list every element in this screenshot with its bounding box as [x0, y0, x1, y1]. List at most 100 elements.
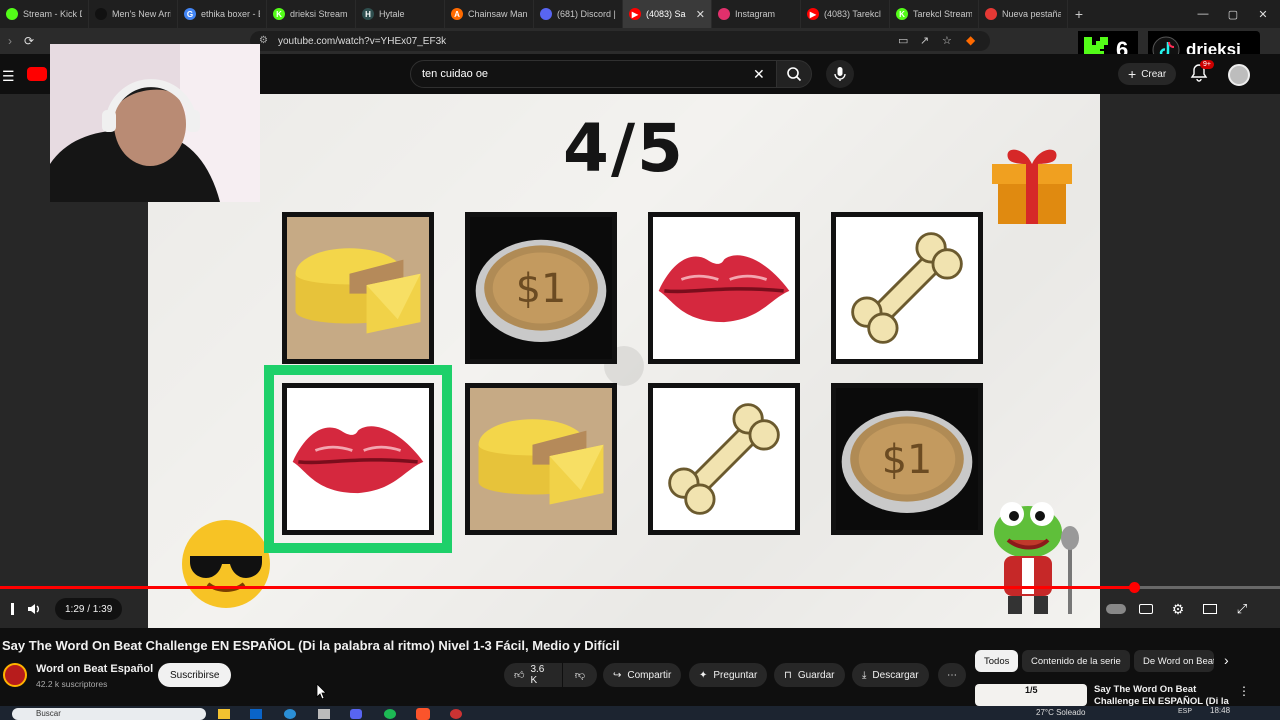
lips-icon	[653, 217, 795, 359]
menu-icon[interactable]: ☰	[2, 68, 15, 85]
bookmark-save-icon: ⊓	[784, 669, 792, 681]
spotify-icon[interactable]	[384, 709, 396, 719]
search-button[interactable]	[776, 60, 812, 88]
progress-bar[interactable]	[0, 582, 1280, 593]
volume-button[interactable]	[22, 598, 46, 620]
like-button[interactable]: 👍︎ 3.6 K	[504, 663, 562, 687]
weather-text: 27°C Soleado	[1036, 708, 1086, 717]
recommended-thumbnail[interactable]: 1/5	[975, 684, 1087, 706]
download-button[interactable]: ⤓ Descargar	[852, 663, 929, 687]
search-query: ten cuidao oe	[422, 68, 489, 80]
volume-icon	[28, 604, 39, 614]
browser-tab[interactable]: A Chainsaw Man M	[445, 0, 534, 28]
sunglasses-emoji-icon	[182, 520, 270, 608]
grid-cell-lips	[648, 212, 800, 364]
autoplay-toggle[interactable]	[1104, 598, 1128, 620]
create-button[interactable]: + Crear	[1118, 63, 1177, 85]
browser-tab[interactable]: K Tarekcl Stream -	[890, 0, 979, 28]
pause-button[interactable]	[0, 598, 24, 620]
chip-all[interactable]: Todos	[975, 650, 1019, 672]
minimize-icon[interactable]: —	[1188, 0, 1218, 28]
download-label: Descargar	[872, 669, 919, 681]
browser-tab[interactable]: Stream - Kick Da	[0, 0, 89, 28]
autoplay-icon	[1106, 604, 1126, 614]
notifications-button[interactable]: 9+	[1190, 60, 1214, 85]
ask-button[interactable]: ✦ Preguntar	[689, 663, 768, 687]
browser-tab[interactable]: ▶ (4083) Sa ✕	[623, 0, 712, 28]
chip-series[interactable]: Contenido de la serie	[1022, 650, 1130, 672]
cheese-icon	[287, 217, 429, 359]
brave-shield-icon[interactable]: ◆	[966, 33, 975, 47]
thumbs-down-icon: 👎︎	[574, 670, 586, 681]
store-icon[interactable]	[318, 709, 330, 719]
subscribe-button[interactable]: Suscribirse	[158, 663, 232, 687]
discord-icon[interactable]	[350, 709, 362, 719]
browser-tab[interactable]: H Hytale	[356, 0, 445, 28]
gift-icon	[992, 149, 1072, 224]
video-title: Say The Word On Beat Challenge EN ESPAÑO…	[2, 638, 620, 653]
browser-tab[interactable]: (681) Discord | O	[534, 0, 623, 28]
channel-name[interactable]: Word on Beat Español	[36, 663, 153, 675]
browser-tab[interactable]: Kdrieksi Stream -	[267, 0, 356, 28]
dislike-button[interactable]: 👎︎	[563, 663, 597, 687]
browser-tab[interactable]: Gethika boxer - Bu	[178, 0, 267, 28]
save-label: Guardar	[797, 669, 835, 681]
edge-icon[interactable]	[284, 709, 296, 719]
share-button[interactable]: ↪ Compartir	[603, 663, 682, 687]
taskbar-search[interactable]: Buscar	[12, 708, 206, 720]
app-icon[interactable]	[450, 709, 462, 719]
tab-favicon-icon	[6, 8, 18, 20]
forward-icon[interactable]: ›	[8, 34, 12, 48]
like-count: 3.6 K	[530, 664, 545, 686]
tab-favicon-icon	[95, 8, 107, 20]
account-avatar[interactable]	[1228, 64, 1250, 86]
maximize-icon[interactable]: ▢	[1218, 0, 1248, 28]
rec-more-icon[interactable]: ⋮	[1238, 684, 1250, 698]
close-tab-icon[interactable]: ✕	[696, 8, 705, 21]
search-input[interactable]: ten cuidao oe ✕	[410, 60, 778, 88]
settings-button[interactable]: ⚙	[1166, 598, 1190, 620]
tab-favicon-icon: ▶	[807, 8, 819, 20]
new-tab-button[interactable]: +	[1068, 0, 1090, 28]
youtube-logo-icon[interactable]	[27, 67, 47, 81]
thumbs-up-icon: 👍︎	[514, 670, 525, 681]
chevron-right-icon[interactable]: ›	[1224, 652, 1229, 668]
more-actions-button[interactable]: ⋯	[938, 663, 966, 687]
url-bar[interactable]: ⚙ youtube.com/watch?v=YHEx07_EF3k ▭ ↗ ☆ …	[250, 31, 990, 51]
scrubber-handle[interactable]	[1129, 582, 1141, 593]
recommended-title[interactable]: Say The Word On Beat Challenge EN ESPAÑO…	[1094, 684, 1230, 706]
fullscreen-icon: ⤢	[1236, 601, 1248, 616]
tab-label: Chainsaw Man M	[468, 9, 527, 19]
tab-favicon-icon	[540, 8, 552, 20]
browser-tab[interactable]: Nueva pestaña	[979, 0, 1068, 28]
reload-icon[interactable]: ⟳	[24, 34, 34, 48]
browser-tab[interactable]: Instagram	[712, 0, 801, 28]
clear-search-icon[interactable]: ✕	[753, 66, 765, 83]
channel-avatar[interactable]	[3, 663, 27, 687]
miniplayer-icon	[1203, 604, 1217, 614]
cast-icon[interactable]: ▭	[898, 34, 908, 47]
streamer-webcam-icon	[50, 44, 260, 202]
subtitles-button[interactable]	[1134, 598, 1158, 620]
grid-cell-lips	[264, 365, 452, 553]
voice-search-button[interactable]	[826, 60, 854, 88]
tab-favicon-icon: K	[273, 8, 285, 20]
miniplayer-button[interactable]	[1198, 598, 1222, 620]
tab-favicon-icon: G	[184, 8, 196, 20]
file-explorer-icon[interactable]	[218, 709, 230, 719]
fullscreen-button[interactable]: ⤢	[1230, 598, 1254, 620]
browser-tab[interactable]: Men's New Arriv	[89, 0, 178, 28]
site-settings-icon[interactable]: ⚙	[259, 35, 268, 46]
taskbar-search-text: Buscar	[36, 709, 61, 718]
language-indicator[interactable]: ESP	[1178, 708, 1192, 715]
share-label: Compartir	[627, 669, 672, 681]
save-button[interactable]: ⊓ Guardar	[774, 663, 845, 687]
bookmark-icon[interactable]: ☆	[942, 34, 952, 47]
close-window-icon[interactable]: ✕	[1248, 0, 1278, 28]
outlook-icon[interactable]	[250, 709, 262, 719]
brave-icon[interactable]	[416, 708, 430, 720]
tab-label: Men's New Arriv	[112, 9, 171, 19]
share-page-icon[interactable]: ↗	[920, 34, 929, 47]
chip-channel[interactable]: De Word on Beat	[1134, 650, 1214, 672]
browser-tab[interactable]: ▶ (4083) Tarekcl -	[801, 0, 890, 28]
